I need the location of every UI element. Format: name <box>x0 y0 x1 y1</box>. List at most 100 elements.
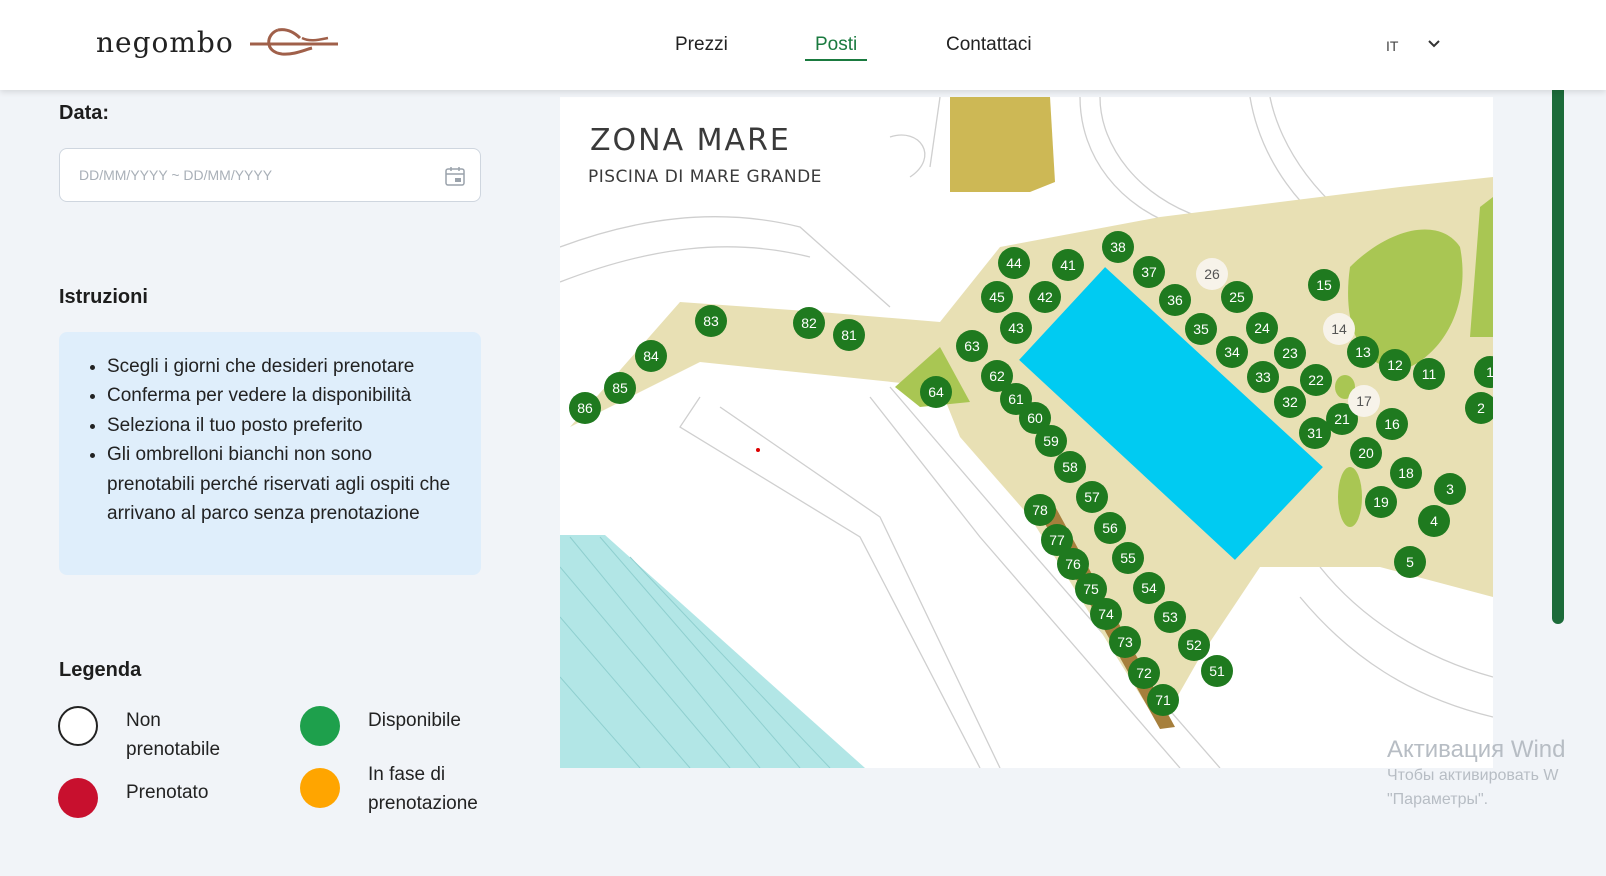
seat-spot-81[interactable]: 81 <box>833 319 865 351</box>
date-range-input[interactable] <box>79 167 419 183</box>
seat-spot-22[interactable]: 22 <box>1300 364 1332 396</box>
seat-spot-71[interactable]: 71 <box>1147 684 1179 716</box>
seat-spot-label: 16 <box>1384 416 1400 432</box>
calendar-icon[interactable] <box>444 165 466 187</box>
seat-spot-32[interactable]: 32 <box>1274 386 1306 418</box>
seat-spot-31[interactable]: 31 <box>1299 417 1331 449</box>
date-range-picker[interactable] <box>59 148 481 202</box>
seat-spot-label: 21 <box>1334 411 1350 427</box>
seat-spot-41[interactable]: 41 <box>1052 249 1084 281</box>
seat-spot-label: 85 <box>612 380 628 396</box>
seat-spot-label: 26 <box>1204 266 1220 282</box>
seat-spot-label: 25 <box>1229 289 1245 305</box>
seat-spot-82[interactable]: 82 <box>793 307 825 339</box>
seat-spot-52[interactable]: 52 <box>1178 629 1210 661</box>
seat-spot-label: 62 <box>989 368 1005 384</box>
seat-spot-56[interactable]: 56 <box>1094 512 1126 544</box>
seat-spot-label: 86 <box>577 400 593 416</box>
seat-spot-label: 76 <box>1065 556 1081 572</box>
chevron-down-icon[interactable] <box>1426 36 1442 52</box>
map-title: ZONA MARE <box>590 123 791 158</box>
seat-spot-54[interactable]: 54 <box>1133 572 1165 604</box>
seat-spot-label: 58 <box>1062 459 1078 475</box>
seat-spot-20[interactable]: 20 <box>1350 437 1382 469</box>
seat-spot-16[interactable]: 16 <box>1376 408 1408 440</box>
seat-spot-74[interactable]: 74 <box>1090 598 1122 630</box>
seat-spot-72[interactable]: 72 <box>1128 657 1160 689</box>
seat-spot-13[interactable]: 13 <box>1347 336 1379 368</box>
seat-spot-37[interactable]: 37 <box>1133 256 1165 288</box>
seat-spot-label: 82 <box>801 315 817 331</box>
seat-spot-label: 37 <box>1141 264 1157 280</box>
instruction-item: Gli ombrelloni bianchi non sono prenotab… <box>107 440 461 528</box>
seat-spot-78[interactable]: 78 <box>1024 494 1056 526</box>
top-header: negombo Prezzi Posti Contattaci IT <box>0 0 1606 90</box>
seat-spot-43[interactable]: 43 <box>1000 312 1032 344</box>
nav-item-posti[interactable]: Posti <box>815 34 857 56</box>
seat-spot-label: 11 <box>1422 366 1437 382</box>
seat-spot-18[interactable]: 18 <box>1390 457 1422 489</box>
seat-spot-84[interactable]: 84 <box>635 340 667 372</box>
seat-spot-55[interactable]: 55 <box>1112 542 1144 574</box>
seat-spot-11[interactable]: 11 <box>1413 358 1445 390</box>
seat-spot-83[interactable]: 83 <box>695 305 727 337</box>
seat-spot-label: 53 <box>1162 609 1178 625</box>
map-subtitle: PISCINA DI MARE GRANDE <box>588 167 822 187</box>
seat-spot-53[interactable]: 53 <box>1154 601 1186 633</box>
seat-spot-36[interactable]: 36 <box>1159 284 1191 316</box>
seat-spot-19[interactable]: 19 <box>1365 486 1397 518</box>
seat-spot-35[interactable]: 35 <box>1185 313 1217 345</box>
seat-spot-51[interactable]: 51 <box>1201 655 1233 687</box>
seat-spot-42[interactable]: 42 <box>1029 281 1061 313</box>
scrollbar-thumb[interactable] <box>1552 84 1564 624</box>
seat-spot-58[interactable]: 58 <box>1054 451 1086 483</box>
seat-spot-label: 81 <box>841 327 857 343</box>
seat-spot-4[interactable]: 4 <box>1418 505 1450 537</box>
legend-dot-red <box>58 778 98 818</box>
seat-spot-label: 77 <box>1049 532 1065 548</box>
seat-spot-label: 2 <box>1477 400 1485 416</box>
legend-label: Prenotato <box>126 782 209 803</box>
seat-spot-label: 59 <box>1043 433 1059 449</box>
seat-spot-26: 26 <box>1196 258 1228 290</box>
seat-spot-63[interactable]: 63 <box>956 330 988 362</box>
seat-spot-59[interactable]: 59 <box>1035 425 1067 457</box>
logo-wave-icon <box>249 28 338 56</box>
seat-spot-12[interactable]: 12 <box>1379 349 1411 381</box>
seat-spot-5[interactable]: 5 <box>1394 546 1426 578</box>
seat-spot-25[interactable]: 25 <box>1221 281 1253 313</box>
seat-spot-57[interactable]: 57 <box>1076 481 1108 513</box>
seat-spot-24[interactable]: 24 <box>1246 312 1278 344</box>
nav-item-contattaci[interactable]: Contattaci <box>946 34 1032 56</box>
seat-spot-label: 72 <box>1136 665 1152 681</box>
language-selector[interactable]: IT <box>1386 38 1398 54</box>
seat-spot-23[interactable]: 23 <box>1274 337 1306 369</box>
seat-spot-38[interactable]: 38 <box>1102 231 1134 263</box>
seat-spot-label: 35 <box>1193 321 1209 337</box>
legend-dot-white <box>58 706 98 746</box>
seat-spot-label: 4 <box>1430 513 1438 529</box>
seat-spot-label: 22 <box>1308 372 1324 388</box>
seat-spot-label: 31 <box>1307 425 1323 441</box>
seat-spot-64[interactable]: 64 <box>920 376 952 408</box>
seat-spot-73[interactable]: 73 <box>1109 626 1141 658</box>
seat-spot-label: 60 <box>1027 410 1043 426</box>
seat-spot-45[interactable]: 45 <box>981 281 1013 313</box>
seat-spot-label: 45 <box>989 289 1005 305</box>
seat-spot-15[interactable]: 15 <box>1308 269 1340 301</box>
date-title: Data: <box>59 102 110 124</box>
legend-item-in-fase: In fase di prenotazione <box>300 760 498 819</box>
nav-item-prezzi[interactable]: Prezzi <box>675 34 728 56</box>
seat-spot-33[interactable]: 33 <box>1247 361 1279 393</box>
seat-map: 86 85 84 83 82 81 64 63 62 61 60 59 58 57 56 55 54 53 52 51… <box>560 97 1493 768</box>
seat-spot-label: 15 <box>1316 277 1332 293</box>
seat-spot-85[interactable]: 85 <box>604 372 636 404</box>
seat-spot-34[interactable]: 34 <box>1216 336 1248 368</box>
seat-spot-86[interactable]: 86 <box>569 392 601 424</box>
windows-activation-watermark: "Параметры". <box>1387 791 1489 808</box>
logo-text: negombo <box>96 25 234 59</box>
seat-spot-44[interactable]: 44 <box>998 247 1030 279</box>
logo[interactable]: negombo <box>96 24 340 60</box>
seat-spot-3[interactable]: 3 <box>1434 473 1466 505</box>
location-marker <box>756 448 760 452</box>
